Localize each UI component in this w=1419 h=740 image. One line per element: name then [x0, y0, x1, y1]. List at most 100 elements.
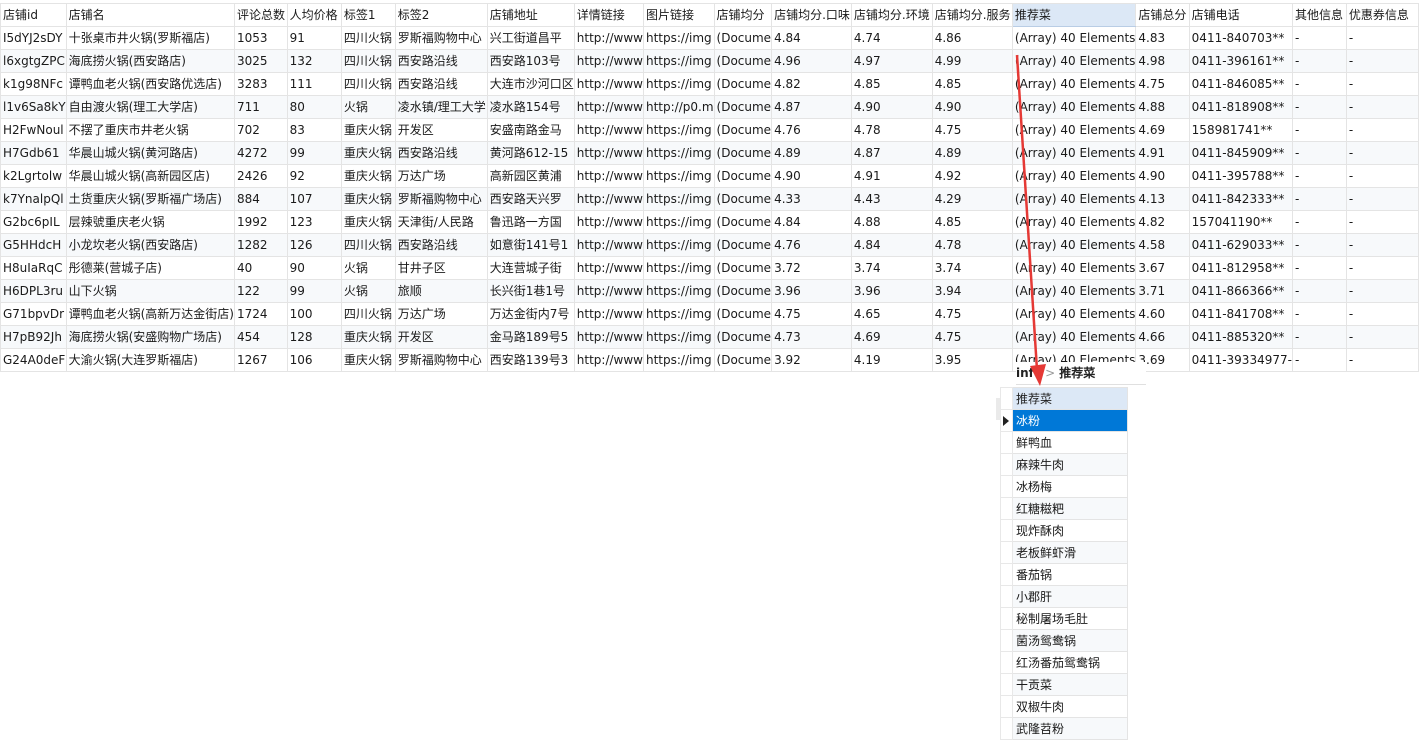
table-cell[interactable]: 157041190** [1188, 210, 1293, 234]
table-cell[interactable]: 甘井子区 [394, 256, 488, 280]
column-header[interactable]: 店铺电话 [1188, 3, 1293, 27]
table-row[interactable]: l1v6Sa8kY 自由渡火锅(理工大学店) 711 80 火锅 凌水镇/理工大学 凌水路1… [0, 95, 1419, 119]
table-cell[interactable]: 111 [286, 72, 342, 96]
table-cell[interactable]: 0411-818908** [1188, 95, 1293, 119]
table-cell[interactable]: - [1345, 95, 1419, 119]
table-cell[interactable]: 4.82 [771, 72, 852, 96]
table-cell[interactable]: 万达广场 [394, 164, 488, 188]
table-cell[interactable]: http://www [573, 210, 644, 234]
table-cell[interactable]: http://www [573, 72, 644, 96]
table-row[interactable]: H6DPL3ru 山下火锅 122 99 火锅 旅顺 长兴街1巷1号 http://www ht… [0, 279, 1419, 303]
table-row[interactable]: I5dYJ2sDY 十张桌市井火锅(罗斯福店) 1053 91 四川火锅 罗斯福购物中心兴… [0, 26, 1419, 50]
table-cell[interactable]: 99 [286, 141, 342, 165]
table-cell[interactable]: (Array) 40 Elements [1011, 72, 1137, 96]
detail-row[interactable]: 双椒牛肉 [1000, 695, 1128, 718]
table-cell[interactable]: 西安路103号 [486, 49, 575, 73]
table-cell[interactable]: - [1345, 72, 1419, 96]
table-cell[interactable]: 华晨山城火锅(高新园区店) [65, 164, 235, 188]
table-cell[interactable]: https://img [642, 164, 715, 188]
table-cell[interactable]: 3.71 [1135, 279, 1190, 303]
table-cell[interactable]: 4.85 [931, 72, 1013, 96]
table-cell[interactable]: 长兴街1巷1号 [486, 279, 575, 303]
table-cell[interactable]: 1267 [233, 348, 288, 372]
table-cell[interactable]: (Array) 40 Elements [1011, 118, 1137, 142]
table-cell[interactable]: 711 [233, 95, 288, 119]
table-cell[interactable]: 4.69 [1135, 118, 1190, 142]
table-cell[interactable]: G5HHdcH [0, 233, 67, 257]
table-cell[interactable]: 4.85 [931, 210, 1013, 234]
table-cell[interactable]: http://www [573, 49, 644, 73]
table-cell[interactable]: 4.88 [1135, 95, 1190, 119]
table-cell[interactable]: 4.76 [771, 233, 852, 257]
table-cell[interactable]: 3.74 [850, 256, 933, 280]
column-header[interactable]: 人均价格 [286, 3, 342, 27]
table-cell[interactable]: - [1291, 26, 1347, 50]
table-cell[interactable]: (Docume [713, 141, 773, 165]
table-cell[interactable]: 3.92 [771, 348, 852, 372]
table-cell[interactable]: (Array) 40 Elements [1011, 279, 1137, 303]
table-cell[interactable]: 海底捞火锅(安盛购物广场店) [65, 325, 235, 349]
detail-cell[interactable]: 冰粉 [1012, 409, 1128, 432]
table-cell[interactable]: https://img [642, 118, 715, 142]
table-cell[interactable]: 4.75 [931, 302, 1013, 326]
table-row[interactable]: G71bpvDr 谭鸭血老火锅(高新万达金街店) 1724 100 四川火锅 万达广场 万达… [0, 302, 1419, 326]
table-cell[interactable]: 0411-396161** [1188, 49, 1293, 73]
detail-row[interactable]: 小郡肝 [1000, 585, 1128, 608]
table-cell[interactable]: 123 [286, 210, 342, 234]
table-cell[interactable]: 3.74 [931, 256, 1013, 280]
table-cell[interactable]: - [1291, 233, 1347, 257]
table-cell[interactable]: - [1291, 302, 1347, 326]
table-cell[interactable]: - [1291, 95, 1347, 119]
table-cell[interactable]: 128 [286, 325, 342, 349]
table-row[interactable]: l6xgtgZPC 海底捞火锅(西安路店) 3025 132 四川火锅 西安路沿线 西安路1… [0, 49, 1419, 73]
table-cell[interactable]: (Docume [713, 95, 773, 119]
table-cell[interactable]: 4.74 [850, 26, 933, 50]
table-cell[interactable]: 如意街141号1 [486, 233, 575, 257]
table-cell[interactable]: 四川火锅 [340, 302, 396, 326]
table-cell[interactable]: k7YnalpQl [0, 187, 67, 211]
table-cell[interactable]: 罗斯福购物中心 [394, 26, 488, 50]
table-cell[interactable]: http://www [573, 302, 644, 326]
detail-cell[interactable]: 老板鲜虾滑 [1012, 541, 1128, 564]
table-cell[interactable]: k1g98NFc [0, 72, 67, 96]
table-cell[interactable]: - [1291, 279, 1347, 303]
detail-cell[interactable]: 红糖糍粑 [1012, 497, 1128, 520]
table-cell[interactable]: (Docume [713, 187, 773, 211]
table-row[interactable]: k7YnalpQl 土货重庆火锅(罗斯福广场店) 884 107 重庆火锅 罗斯福购物中心… [0, 187, 1419, 211]
table-cell[interactable]: (Array) 40 Elements [1011, 141, 1137, 165]
table-cell[interactable]: 4.88 [850, 210, 933, 234]
column-header[interactable]: 店铺均分.服务 [931, 3, 1013, 27]
table-cell[interactable]: 万达广场 [394, 302, 488, 326]
table-cell[interactable]: (Array) 40 Elements [1011, 302, 1137, 326]
detail-cell[interactable]: 冰杨梅 [1012, 475, 1128, 498]
table-cell[interactable]: 4.91 [1135, 141, 1190, 165]
table-cell[interactable]: 107 [286, 187, 342, 211]
table-cell[interactable]: (Array) 40 Elements [1011, 26, 1137, 50]
detail-cell[interactable]: 鲜鸭血 [1012, 431, 1128, 454]
detail-row[interactable]: 干贡菜 [1000, 673, 1128, 696]
table-row[interactable]: G2bc6pIL 层辣號重庆老火锅 1992 123 重庆火锅 天津街/人民路 鲁迅路一方国… [0, 210, 1419, 234]
table-cell[interactable]: 海底捞火锅(西安路店) [65, 49, 235, 73]
table-cell[interactable]: 重庆火锅 [340, 210, 396, 234]
table-cell[interactable]: - [1345, 233, 1419, 257]
table-cell[interactable]: 0411-845909** [1188, 141, 1293, 165]
table-cell[interactable]: 开发区 [394, 118, 488, 142]
table-cell[interactable]: 884 [233, 187, 288, 211]
table-cell[interactable]: 3283 [233, 72, 288, 96]
table-cell[interactable]: 4.84 [771, 26, 852, 50]
column-header[interactable]: 店铺地址 [486, 3, 575, 27]
table-cell[interactable]: - [1291, 72, 1347, 96]
table-cell[interactable]: 4.99 [931, 49, 1013, 73]
column-header[interactable]: 标签2 [394, 3, 488, 27]
table-cell[interactable]: 万达金街内7号 [486, 302, 575, 326]
table-cell[interactable]: 华晨山城火锅(黄河路店) [65, 141, 235, 165]
detail-cell[interactable]: 菌汤鸳鸯锅 [1012, 629, 1128, 652]
table-cell[interactable]: 3.72 [771, 256, 852, 280]
table-cell[interactable]: 4.19 [850, 348, 933, 372]
table-row[interactable]: G5HHdcH 小龙坎老火锅(西安路店) 1282 126 四川火锅 西安路沿线 如意街14… [0, 233, 1419, 257]
detail-row[interactable]: 武隆苕粉 [1000, 717, 1128, 740]
table-cell[interactable]: http://p0.m [642, 95, 715, 119]
table-cell[interactable]: http://www [573, 187, 644, 211]
detail-cell[interactable]: 双椒牛肉 [1012, 695, 1128, 718]
table-cell[interactable]: http://www [573, 348, 644, 372]
